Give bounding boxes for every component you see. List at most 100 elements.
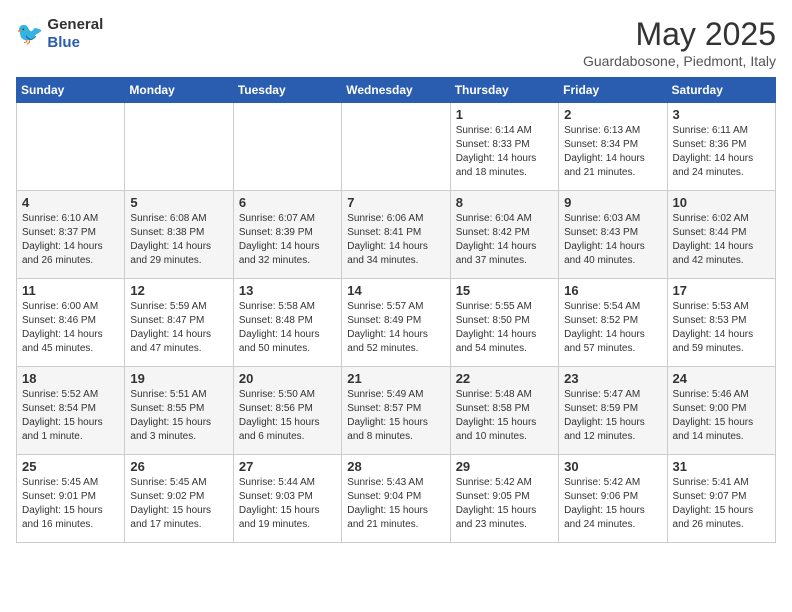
page-header: 🐦 General Blue May 2025 Guardabosone, Pi… — [16, 16, 776, 69]
header-day-friday: Friday — [559, 78, 667, 103]
day-detail: Sunrise: 5:51 AM Sunset: 8:55 PM Dayligh… — [130, 388, 227, 444]
day-detail: Sunrise: 5:59 AM Sunset: 8:47 PM Dayligh… — [130, 300, 227, 356]
calendar-cell: 4 Sunrise: 6:10 AM Sunset: 8:37 PM Daylig… — [17, 191, 125, 279]
day-number: 3 — [673, 107, 770, 122]
day-number: 22 — [456, 371, 553, 386]
day-number: 15 — [456, 283, 553, 298]
calendar-cell: 5Sunrise: 6:08 AM Sunset: 8:38 PM Daylig… — [125, 191, 233, 279]
calendar-table: SundayMondayTuesdayWednesdayThursdayFrid… — [16, 77, 776, 543]
day-detail: Sunrise: 5:49 AM Sunset: 8:57 PM Dayligh… — [347, 388, 444, 444]
week-row-2: 4 Sunrise: 6:10 AM Sunset: 8:37 PM Daylig… — [17, 191, 776, 279]
day-number: 27 — [239, 459, 336, 474]
calendar-cell — [342, 103, 450, 191]
calendar-cell: 29 Sunrise: 5:42 AM Sunset: 9:05 PM Dayli… — [450, 455, 558, 543]
day-detail: Sunrise: 6:11 AM Sunset: 8:36 PM Dayligh… — [673, 124, 770, 180]
day-number: 2 — [564, 107, 661, 122]
day-detail: Sunrise: 5:55 AM Sunset: 8:50 PM Dayligh… — [456, 300, 553, 356]
day-detail: Sunrise: 6:03 AM Sunset: 8:43 PM Dayligh… — [564, 212, 661, 268]
calendar-cell: 13 Sunrise: 5:58 AM Sunset: 8:48 PM Dayli… — [233, 279, 341, 367]
header-day-monday: Monday — [125, 78, 233, 103]
calendar-cell: 8 Sunrise: 6:04 AM Sunset: 8:42 PM Daylig… — [450, 191, 558, 279]
day-number: 10 — [673, 195, 770, 210]
calendar-cell: 17Sunrise: 5:53 AM Sunset: 8:53 PM Dayli… — [667, 279, 775, 367]
day-detail: Sunrise: 5:57 AM Sunset: 8:49 PM Dayligh… — [347, 300, 444, 356]
calendar-cell: 10 Sunrise: 6:02 AM Sunset: 8:44 PM Dayli… — [667, 191, 775, 279]
day-detail: Sunrise: 5:44 AM Sunset: 9:03 PM Dayligh… — [239, 476, 336, 532]
day-detail: Sunrise: 5:48 AM Sunset: 8:58 PM Dayligh… — [456, 388, 553, 444]
header-row: SundayMondayTuesdayWednesdayThursdayFrid… — [17, 78, 776, 103]
day-detail: Sunrise: 5:58 AM Sunset: 8:48 PM Dayligh… — [239, 300, 336, 356]
calendar-cell: 12 Sunrise: 5:59 AM Sunset: 8:47 PM Dayli… — [125, 279, 233, 367]
day-number: 11 — [22, 283, 119, 298]
week-row-4: 18 Sunrise: 5:52 AM Sunset: 8:54 PM Dayli… — [17, 367, 776, 455]
logo-text-general: General — [47, 16, 103, 33]
day-detail: Sunrise: 6:13 AM Sunset: 8:34 PM Dayligh… — [564, 124, 661, 180]
day-number: 26 — [130, 459, 227, 474]
day-detail: Sunrise: 5:45 AM Sunset: 9:02 PM Dayligh… — [130, 476, 227, 532]
logo-text-blue: Blue — [47, 34, 80, 51]
day-number: 9 — [564, 195, 661, 210]
day-detail: Sunrise: 6:08 AM Sunset: 8:38 PM Dayligh… — [130, 212, 227, 268]
calendar-cell: 23 Sunrise: 5:47 AM Sunset: 8:59 PM Dayli… — [559, 367, 667, 455]
day-detail: Sunrise: 6:04 AM Sunset: 8:42 PM Dayligh… — [456, 212, 553, 268]
month-title: May 2025 — [583, 16, 776, 53]
calendar-cell: 24Sunrise: 5:46 AM Sunset: 9:00 PM Dayli… — [667, 367, 775, 455]
calendar-cell: 9 Sunrise: 6:03 AM Sunset: 8:43 PM Daylig… — [559, 191, 667, 279]
day-detail: Sunrise: 6:06 AM Sunset: 8:41 PM Dayligh… — [347, 212, 444, 268]
header-day-sunday: Sunday — [17, 78, 125, 103]
day-detail: Sunrise: 5:52 AM Sunset: 8:54 PM Dayligh… — [22, 388, 119, 444]
day-number: 30 — [564, 459, 661, 474]
day-number: 13 — [239, 283, 336, 298]
day-detail: Sunrise: 5:54 AM Sunset: 8:52 PM Dayligh… — [564, 300, 661, 356]
calendar-cell: 21Sunrise: 5:49 AM Sunset: 8:57 PM Dayli… — [342, 367, 450, 455]
header-day-wednesday: Wednesday — [342, 78, 450, 103]
calendar-cell: 20 Sunrise: 5:50 AM Sunset: 8:56 PM Dayli… — [233, 367, 341, 455]
day-detail: Sunrise: 5:47 AM Sunset: 8:59 PM Dayligh… — [564, 388, 661, 444]
day-number: 6 — [239, 195, 336, 210]
day-number: 4 — [22, 195, 119, 210]
day-number: 12 — [130, 283, 227, 298]
calendar-cell: 31 Sunrise: 5:41 AM Sunset: 9:07 PM Dayli… — [667, 455, 775, 543]
day-detail: Sunrise: 6:10 AM Sunset: 8:37 PM Dayligh… — [22, 212, 119, 268]
calendar-cell: 11Sunrise: 6:00 AM Sunset: 8:46 PM Dayli… — [17, 279, 125, 367]
title-area: May 2025 Guardabosone, Piedmont, Italy — [583, 16, 776, 69]
day-detail: Sunrise: 6:14 AM Sunset: 8:33 PM Dayligh… — [456, 124, 553, 180]
day-number: 31 — [673, 459, 770, 474]
day-number: 19 — [130, 371, 227, 386]
day-number: 28 — [347, 459, 444, 474]
calendar-cell: 25 Sunrise: 5:45 AM Sunset: 9:01 PM Dayli… — [17, 455, 125, 543]
week-row-3: 11Sunrise: 6:00 AM Sunset: 8:46 PM Dayli… — [17, 279, 776, 367]
day-number: 7 — [347, 195, 444, 210]
day-number: 29 — [456, 459, 553, 474]
calendar-cell — [17, 103, 125, 191]
day-number: 25 — [22, 459, 119, 474]
day-detail: Sunrise: 5:42 AM Sunset: 9:06 PM Dayligh… — [564, 476, 661, 532]
calendar-cell — [233, 103, 341, 191]
header-day-tuesday: Tuesday — [233, 78, 341, 103]
day-detail: Sunrise: 5:41 AM Sunset: 9:07 PM Dayligh… — [673, 476, 770, 532]
day-detail: Sunrise: 5:42 AM Sunset: 9:05 PM Dayligh… — [456, 476, 553, 532]
day-number: 18 — [22, 371, 119, 386]
calendar-cell: 18 Sunrise: 5:52 AM Sunset: 8:54 PM Dayli… — [17, 367, 125, 455]
calendar-cell: 19 Sunrise: 5:51 AM Sunset: 8:55 PM Dayli… — [125, 367, 233, 455]
day-number: 17 — [673, 283, 770, 298]
week-row-1: 1 Sunrise: 6:14 AM Sunset: 8:33 PM Daylig… — [17, 103, 776, 191]
calendar-cell: 1 Sunrise: 6:14 AM Sunset: 8:33 PM Daylig… — [450, 103, 558, 191]
calendar-cell: 28Sunrise: 5:43 AM Sunset: 9:04 PM Dayli… — [342, 455, 450, 543]
day-detail: Sunrise: 5:46 AM Sunset: 9:00 PM Dayligh… — [673, 388, 770, 444]
calendar-cell: 22 Sunrise: 5:48 AM Sunset: 8:58 PM Dayli… — [450, 367, 558, 455]
calendar-cell: 3 Sunrise: 6:11 AM Sunset: 8:36 PM Daylig… — [667, 103, 775, 191]
day-number: 14 — [347, 283, 444, 298]
calendar-cell: 16Sunrise: 5:54 AM Sunset: 8:52 PM Dayli… — [559, 279, 667, 367]
day-detail: Sunrise: 5:50 AM Sunset: 8:56 PM Dayligh… — [239, 388, 336, 444]
day-number: 20 — [239, 371, 336, 386]
day-detail: Sunrise: 6:02 AM Sunset: 8:44 PM Dayligh… — [673, 212, 770, 268]
day-number: 1 — [456, 107, 553, 122]
day-number: 8 — [456, 195, 553, 210]
header-day-thursday: Thursday — [450, 78, 558, 103]
logo: 🐦 General Blue — [16, 16, 103, 52]
day-detail: Sunrise: 5:45 AM Sunset: 9:01 PM Dayligh… — [22, 476, 119, 532]
day-number: 23 — [564, 371, 661, 386]
week-row-5: 25 Sunrise: 5:45 AM Sunset: 9:01 PM Dayli… — [17, 455, 776, 543]
calendar-cell: 27 Sunrise: 5:44 AM Sunset: 9:03 PM Dayli… — [233, 455, 341, 543]
